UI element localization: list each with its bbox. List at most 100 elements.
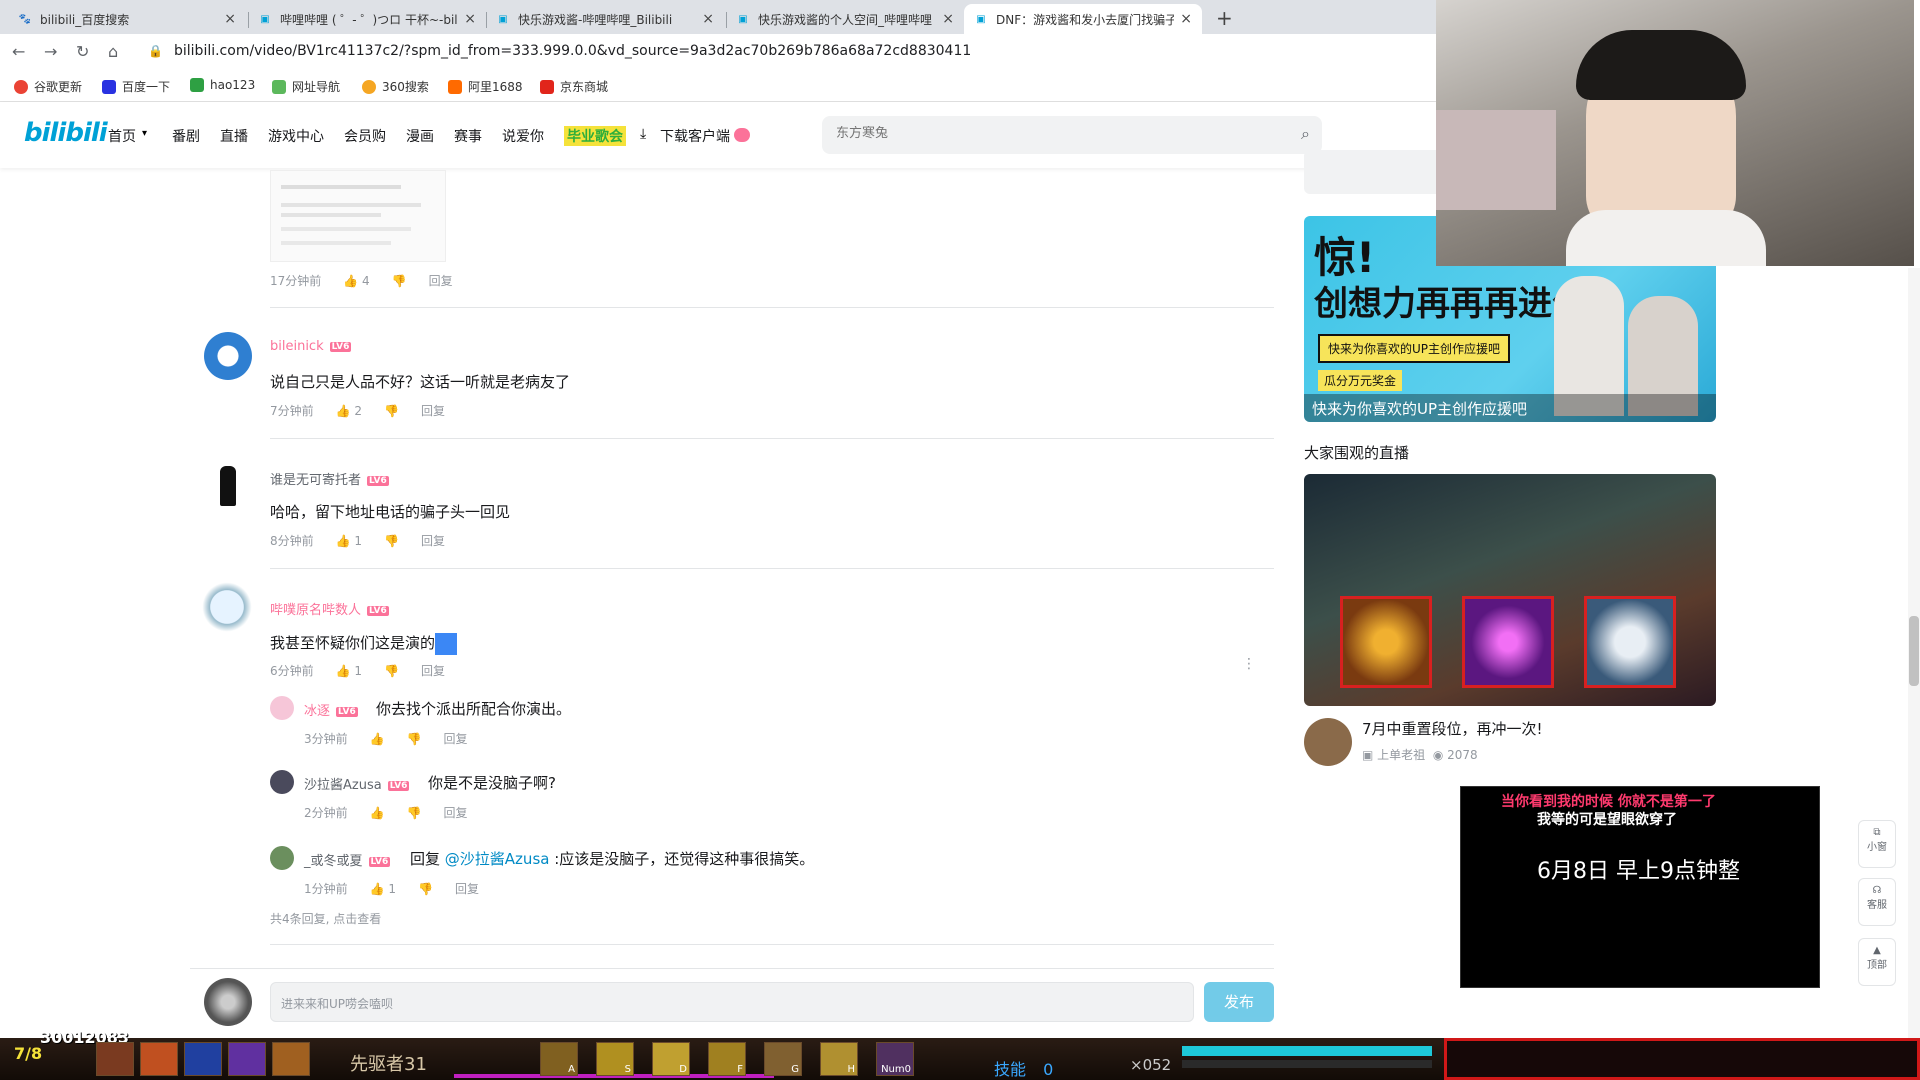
like-icon[interactable]: 👍 4 xyxy=(343,274,369,288)
avatar[interactable] xyxy=(198,578,256,636)
nav-graduation[interactable]: 毕业歌会 xyxy=(564,126,626,146)
comment-username[interactable]: 哔噗原名哔数人 LV6 xyxy=(270,599,389,618)
comment-username[interactable]: 谁是无可寄托者 LV6 xyxy=(270,469,389,488)
forward-icon[interactable]: → xyxy=(44,42,57,61)
reply-meta: 3分钟前 👍 👎 回复 xyxy=(304,730,468,747)
character-title: 先驱者31 xyxy=(350,1054,427,1075)
back-to-top-button[interactable]: ▲ 顶部 xyxy=(1858,938,1896,986)
comment-image-thumbnail[interactable] xyxy=(270,170,446,262)
bookmark-item[interactable]: 谷歌更新 xyxy=(14,78,82,95)
reply-button[interactable]: 回复 xyxy=(421,402,445,419)
like-icon[interactable]: 👍 xyxy=(370,806,385,820)
url-field[interactable]: bilibili.com/video/BV1rc41137c2/?spm_id_… xyxy=(174,43,971,59)
nav-live[interactable]: 直播 xyxy=(220,126,248,146)
nav-download-client[interactable]: 下载客户端 xyxy=(660,126,730,146)
new-tab-button[interactable]: + xyxy=(1216,6,1233,30)
bookmark-item[interactable]: 百度一下 xyxy=(102,78,170,95)
bookmark-item[interactable]: 360搜索 xyxy=(362,78,429,95)
reply-button[interactable]: 回复 xyxy=(444,804,468,821)
comment-username[interactable]: bileinick LV6 xyxy=(270,339,352,354)
nav-anime[interactable]: 番剧 xyxy=(172,126,200,146)
dislike-icon[interactable]: 👎 xyxy=(418,882,433,896)
like-icon[interactable]: 👍 xyxy=(370,732,385,746)
search-input[interactable] xyxy=(836,126,1276,141)
close-icon[interactable]: × xyxy=(702,11,714,27)
avatar[interactable] xyxy=(270,846,294,870)
reply-button[interactable]: 回复 xyxy=(455,880,479,897)
bookmark-item[interactable]: 网址导航 xyxy=(272,78,340,95)
skill-slot xyxy=(228,1042,266,1076)
search-box[interactable]: ⌕ xyxy=(822,116,1322,154)
close-icon[interactable]: × xyxy=(464,11,476,27)
live-section-title: 大家围观的直播 xyxy=(1304,444,1410,462)
back-icon[interactable]: ← xyxy=(12,42,25,61)
skill-slot xyxy=(272,1042,310,1076)
more-options-icon[interactable]: ⋮ xyxy=(1242,656,1256,672)
reply-button[interactable]: 回复 xyxy=(429,272,453,289)
reply-username[interactable]: _或冬或夏 LV6 xyxy=(304,850,391,869)
mini-window-button[interactable]: ⧉ 小窗 xyxy=(1858,820,1896,868)
like-icon[interactable]: 👍 1 xyxy=(336,664,362,678)
check-icon xyxy=(190,78,204,92)
mention-link[interactable]: @沙拉酱Azusa xyxy=(445,850,550,868)
live-title[interactable]: 7月中重置段位，再冲一次! xyxy=(1362,718,1543,739)
tv-icon: ▣ xyxy=(260,13,270,25)
nav-manga[interactable]: 漫画 xyxy=(406,126,434,146)
nav-mall[interactable]: 会员购 xyxy=(344,126,386,146)
nav-home[interactable]: 首页 xyxy=(108,126,136,146)
like-icon[interactable]: 👍 1 xyxy=(370,882,396,896)
lock-icon: 🔒 xyxy=(148,44,163,58)
skill-slot: S xyxy=(596,1042,634,1076)
promo-video-box[interactable]: 当你看到我的时候 你就不是第一了 我等的可是望眼欲穿了 6月8日 早上9点钟整 xyxy=(1460,786,1820,988)
avatar[interactable] xyxy=(270,696,294,720)
live-meta: ▣ 上单老祖 ◉ 2078 xyxy=(1362,748,1478,762)
bookmark-item[interactable]: hao123 xyxy=(190,78,255,92)
streamer-avatar[interactable] xyxy=(1304,718,1352,766)
close-icon[interactable]: × xyxy=(942,11,954,27)
dislike-icon[interactable]: 👎 xyxy=(384,664,399,678)
search-icon[interactable]: ⌕ xyxy=(1301,124,1310,144)
browser-tab-5-active[interactable]: ▣ DNF：游戏酱和发小去厦门找骗子 × xyxy=(964,4,1202,34)
skill-slot xyxy=(140,1042,178,1076)
live-thumbnail[interactable] xyxy=(1304,474,1716,706)
browser-tab-1[interactable]: 🐾 bilibili_百度搜索 × xyxy=(8,4,246,34)
dislike-icon[interactable]: 👎 xyxy=(384,404,399,418)
nav-esports[interactable]: 赛事 xyxy=(454,126,482,146)
close-icon[interactable]: × xyxy=(1180,11,1192,27)
reply-username[interactable]: 冰逐 LV6 xyxy=(304,700,358,719)
avatar[interactable] xyxy=(270,770,294,794)
champion-icon xyxy=(1584,596,1676,688)
nav-game-center[interactable]: 游戏中心 xyxy=(268,126,324,146)
reload-icon[interactable]: ↻ xyxy=(76,42,89,61)
reply-button[interactable]: 回复 xyxy=(444,730,468,747)
view-more-replies[interactable]: 共4条回复, 点击查看 xyxy=(270,910,381,927)
dislike-icon[interactable]: 👎 xyxy=(407,732,422,746)
like-icon[interactable]: 👍 2 xyxy=(336,404,362,418)
chrome-icon xyxy=(14,79,28,94)
scrollbar-thumb[interactable] xyxy=(1909,616,1919,686)
bookmark-item[interactable]: 京东商城 xyxy=(540,78,608,95)
reply-button[interactable]: 回复 xyxy=(421,532,445,549)
browser-tab-3[interactable]: ▣ 快乐游戏酱-哔哩哔哩_Bilibili × xyxy=(486,4,724,34)
avatar[interactable] xyxy=(204,332,252,380)
home-icon[interactable]: ⌂ xyxy=(108,42,118,61)
nav-say-love[interactable]: 说爱你 xyxy=(502,126,544,146)
my-avatar[interactable] xyxy=(204,978,252,1026)
avatar[interactable] xyxy=(204,462,252,510)
input-divider xyxy=(190,968,1274,969)
close-icon[interactable]: × xyxy=(224,11,236,27)
publish-button[interactable]: 发布 xyxy=(1204,982,1274,1022)
dislike-icon[interactable]: 👎 xyxy=(384,534,399,548)
dislike-icon[interactable]: 👎 xyxy=(407,806,422,820)
bookmark-item[interactable]: 阿里1688 xyxy=(448,78,523,95)
reply-button[interactable]: 回复 xyxy=(421,662,445,679)
dislike-icon[interactable]: 👎 xyxy=(392,274,407,288)
browser-tab-2[interactable]: ▣ 哔哩哔哩 ( ゜- ゜)つロ 干杯~-bili × xyxy=(248,4,486,34)
bilibili-logo[interactable]: bilibili xyxy=(24,118,108,148)
comment-input[interactable]: 进来来和UP唠会嗑呗 xyxy=(270,982,1194,1022)
like-icon[interactable]: 👍 1 xyxy=(336,534,362,548)
reply-username[interactable]: 沙拉酱Azusa LV6 xyxy=(304,774,410,793)
browser-tab-4[interactable]: ▣ 快乐游戏酱的个人空间_哔哩哔哩 × xyxy=(726,4,964,34)
customer-service-button[interactable]: ☊ 客服 xyxy=(1858,878,1896,926)
comment-divider xyxy=(270,438,1274,439)
